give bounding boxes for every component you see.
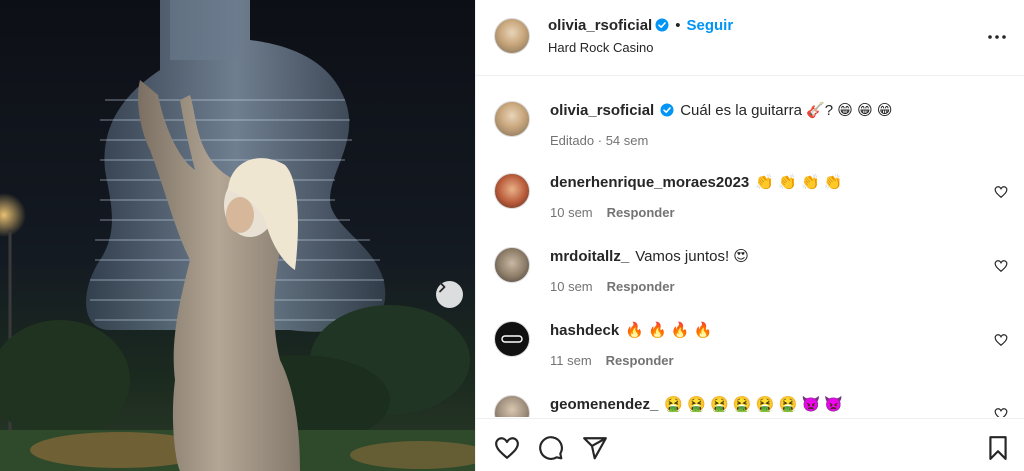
comment-username[interactable]: geomenendez_	[550, 396, 658, 413]
chevron-right-icon	[439, 281, 446, 293]
verified-badge-icon	[655, 18, 669, 32]
comment-text: 🔥 🔥 🔥 🔥	[625, 322, 713, 339]
commenter-avatar[interactable]	[494, 173, 530, 209]
comments-list[interactable]: olivia_rsoficial Cuál es la guitarra 🎸? 😁…	[476, 77, 1024, 417]
paper-plane-icon[interactable]	[582, 435, 608, 461]
reply-button[interactable]: Responder	[607, 205, 675, 220]
like-comment-heart-icon[interactable]	[994, 333, 1008, 347]
post-image-illustration	[0, 0, 475, 471]
bookmark-icon[interactable]	[985, 435, 1011, 461]
post-location[interactable]: Hard Rock Casino	[548, 40, 654, 55]
reply-button[interactable]: Responder	[607, 279, 675, 294]
commenter-avatar[interactable]	[494, 395, 530, 417]
like-comment-heart-icon[interactable]	[994, 185, 1008, 199]
caption-text: Cuál es la guitarra 🎸? 😁 😁 😁	[680, 102, 893, 119]
edited-label: Editado	[550, 133, 595, 148]
comment-time[interactable]: 11 sem	[550, 353, 592, 368]
comment-time[interactable]: 10 sem	[550, 279, 593, 294]
commenter-avatar[interactable]	[494, 247, 530, 283]
comment-text: Vamos juntos! 😍	[635, 248, 749, 265]
follow-button[interactable]: Seguir	[686, 17, 733, 34]
hashdeck-logo-icon	[501, 335, 523, 343]
more-options-icon[interactable]	[987, 27, 1007, 47]
comment-username[interactable]: mrdoitallz_	[550, 248, 629, 265]
meta-separator: ·	[597, 133, 603, 148]
caption-time[interactable]: 54 sem	[606, 133, 649, 148]
comment-username[interactable]: denerhenrique_moraes2023	[550, 174, 749, 191]
author-avatar[interactable]	[494, 101, 530, 137]
next-photo-button[interactable]	[436, 281, 463, 308]
heart-icon[interactable]	[494, 435, 520, 461]
separator-dot: •	[675, 17, 681, 34]
post-photo[interactable]	[0, 0, 475, 471]
comment-time[interactable]: 10 sem	[550, 205, 593, 220]
author-username[interactable]: olivia_rsoficial	[548, 17, 652, 34]
caption-username[interactable]: olivia_rsoficial	[550, 102, 654, 119]
comment-text: 👏 👏 👏 👏	[755, 174, 843, 191]
comment-username[interactable]: hashdeck	[550, 322, 619, 339]
post-header: olivia_rsoficial • Seguir Hard Rock Casino	[476, 0, 1024, 76]
like-comment-heart-icon[interactable]	[994, 259, 1008, 273]
reply-button[interactable]: Responder	[606, 353, 674, 368]
comment-text: 🤮 🤮 🤮 🤮 🤮 🤮 👿 👿	[664, 396, 843, 413]
commenter-avatar[interactable]	[494, 321, 530, 357]
author-avatar[interactable]	[494, 18, 530, 54]
post-details-panel: olivia_rsoficial • Seguir Hard Rock Casino…	[475, 0, 1024, 471]
comment-icon[interactable]	[538, 435, 564, 461]
like-comment-heart-icon[interactable]	[994, 407, 1008, 417]
post-actions-bar	[476, 418, 1024, 471]
verified-badge-icon	[660, 103, 674, 117]
author-line: olivia_rsoficial • Seguir	[548, 17, 733, 35]
